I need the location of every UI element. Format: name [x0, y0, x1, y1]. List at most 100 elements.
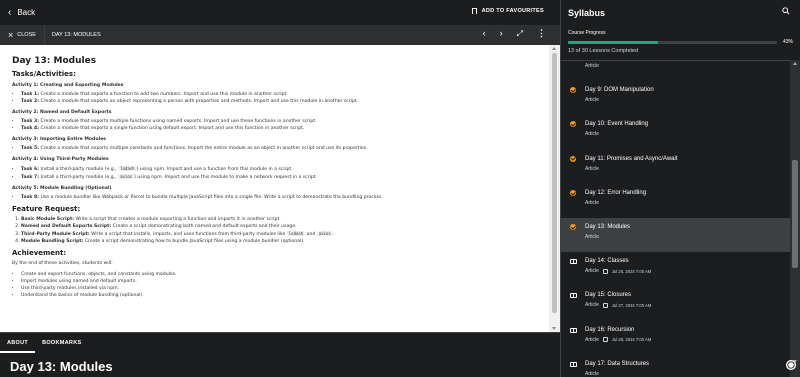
code-snippet: lodash [118, 166, 137, 171]
completed-check-icon [570, 87, 576, 94]
scroll-thumb[interactable] [552, 53, 557, 313]
lesson-item[interactable]: Day 14: Classes Article Jul 25, 2024 7:00 … [561, 252, 791, 286]
lesson-item[interactable]: Day 17: Data Structures Article [561, 355, 791, 377]
scroll-thumb[interactable] [792, 160, 798, 268]
feature-label: Third-Party Module Script: [21, 232, 90, 237]
lesson-status [570, 361, 577, 377]
search-icon[interactable] [782, 7, 790, 15]
lesson-item[interactable]: Day 10: Event Handling Article [561, 115, 791, 149]
achievement-list: Create and export functions, objects, an… [12, 271, 537, 299]
activity-sections: Activity 1: Creating and Exporting Modul… [12, 83, 537, 201]
lesson-title: Day 15: Closures [585, 292, 632, 299]
feature-heading: Feature Request: [12, 205, 81, 213]
article-icon [570, 293, 577, 299]
lesson-meta: Article [585, 97, 654, 103]
lesson-text: Day 10: Event Handling Article [585, 115, 648, 149]
syllabus-title: Syllabus [568, 7, 606, 18]
tab-about[interactable]: ABOUT [0, 333, 36, 353]
add-to-favourites-button[interactable]: ADD TO FAVOURITES [471, 8, 544, 14]
lesson-type: Article [585, 234, 599, 240]
course-progress: Course Progress 43% 13 of 30 Lessons Com… [561, 25, 800, 54]
feature-label: Basic Module Script: [21, 217, 75, 222]
lesson-type: Article [585, 131, 599, 138]
close-label: CLOSE [17, 32, 36, 38]
accessibility-icon[interactable] [786, 360, 796, 370]
code-snippet: axios [118, 174, 135, 179]
completed-check-icon [570, 224, 576, 230]
activity-heading: Activity 5: Module Bundling (Optional) [12, 186, 112, 191]
feature-label: Module Bundling Script: [21, 239, 84, 244]
back-button[interactable]: ‹ Back [8, 6, 36, 18]
completed-check-icon [570, 155, 576, 162]
lesson-list: Day 8: JSON FeaturesArticleDay 9: DOM Ma… [561, 60, 791, 377]
lesson-item[interactable]: Day 12: Error Handling Article [561, 184, 791, 218]
lesson-title: DAY 13: MODULES [51, 32, 101, 38]
lesson-meta: Article Jul 27, 2024 7:00 AM [585, 302, 651, 308]
lesson-meta: Article [585, 200, 646, 206]
code-snippet: lodash [286, 231, 306, 236]
task-label: Task 1: [21, 92, 40, 97]
feature-list: Basic Module Script: Write a script that… [12, 216, 537, 245]
lesson-title: Day 16: Recursion [585, 326, 635, 333]
task-item: Task 5: Create a module that exports mul… [21, 145, 537, 152]
task-item: Task 8: Use a module bundler like Webpac… [21, 194, 537, 201]
code-snippet: axios [316, 231, 333, 236]
lesson-item[interactable]: Day 9: DOM Manipulation Article [561, 81, 791, 115]
lesson-text: Day 13: Modules Article [585, 218, 630, 252]
lesson-meta: Article [585, 234, 630, 240]
lesson-item[interactable]: Day 16: Recursion Article Jul 28, 2024 7:0… [561, 321, 791, 355]
task-item: Task 6: Install a third-party module (e.… [21, 165, 537, 173]
task-item: Task 1: Create a module that exports a f… [21, 91, 537, 98]
task-text: Install a third-party module (e.g., [39, 175, 119, 180]
lesson-item[interactable]: Day 11: Promises and Async/Await Article [561, 150, 791, 184]
task-text: ) using npm. Import and use this module … [134, 175, 318, 180]
achievement-item: Create and export functions, objects, an… [21, 271, 537, 278]
tab-bookmarks[interactable]: BOOKMARKS [35, 333, 88, 353]
feature-item: Module Bundling Script: Create a script … [21, 238, 537, 245]
feature-label: Named and Default Exports Script: [21, 224, 112, 229]
close-button[interactable]: × CLOSE [0, 25, 45, 45]
task-list: Task 8: Use a module bundler like Webpac… [12, 194, 537, 201]
more-options-icon[interactable]: ⋮ [537, 29, 546, 38]
feature-item: Named and Default Exports Script: Create… [21, 223, 537, 230]
calendar-icon [602, 268, 608, 274]
scroll-up-icon[interactable] [552, 47, 556, 50]
lesson-status [570, 292, 577, 320]
lesson-status [570, 189, 577, 218]
lesson-text: Day 12: Error Handling Article [585, 184, 646, 218]
scroll-down-icon[interactable] [552, 327, 556, 330]
achievement-item: Use third-party modules installed via np… [21, 285, 537, 292]
task-text: Use a module bundler like Webpack or Par… [39, 195, 383, 200]
lesson-item[interactable]: Day 8: JSON FeaturesArticle [561, 61, 791, 81]
lesson-text: Day 17: Data Structures Article [585, 355, 649, 377]
achievement-intro: By the end of these activities, students… [12, 261, 113, 266]
lesson-title: Day 14: Classes [585, 258, 629, 265]
back-label: Back [17, 8, 36, 17]
lesson-type: Article [585, 336, 599, 343]
completed-check-icon [570, 189, 576, 196]
content-scrollbar[interactable] [549, 45, 560, 332]
lesson-nav-controls: ‹ › ⤢ ⋮ [483, 29, 546, 38]
task-text: Create a module that exports a function … [39, 92, 288, 97]
lesson-item-current[interactable]: Day 13: Modules Article [561, 218, 791, 252]
bookmark-icon [471, 8, 477, 14]
chevron-left-icon: ‹ [8, 6, 12, 18]
previous-lesson-icon[interactable]: ‹ [483, 29, 486, 38]
scroll-up-icon[interactable] [792, 62, 797, 65]
syllabus-sidebar: Syllabus Course Progress 43% 13 of 30 Le… [560, 0, 800, 377]
next-lesson-icon[interactable]: › [500, 29, 503, 38]
lesson-item[interactable]: Day 15: Closures Article Jul 27, 2024 7:00… [561, 286, 791, 320]
calendar-icon [602, 337, 608, 343]
task-label: Task 3: [21, 119, 40, 124]
lesson-text: Day 16: Recursion Article Jul 28, 2024 7:0… [585, 321, 651, 355]
lesson-text: Day 9: DOM Manipulation Article [585, 81, 654, 115]
sidebar-scrollbar[interactable] [790, 60, 800, 377]
lesson-type: Article [585, 199, 599, 206]
feature-item: Basic Module Script: Write a script that… [21, 216, 537, 223]
feature-text: Write a script that installs, imports, a… [89, 232, 287, 237]
lesson-date: Jul 27, 2024 7:00 AM [611, 302, 652, 308]
lesson-meta: Article [585, 63, 645, 69]
task-item: Task 3: Create a module that exports mul… [21, 118, 537, 125]
expand-icon[interactable]: ⤢ [517, 29, 523, 38]
task-item: Task 4: Create a module that exports a s… [21, 125, 537, 132]
